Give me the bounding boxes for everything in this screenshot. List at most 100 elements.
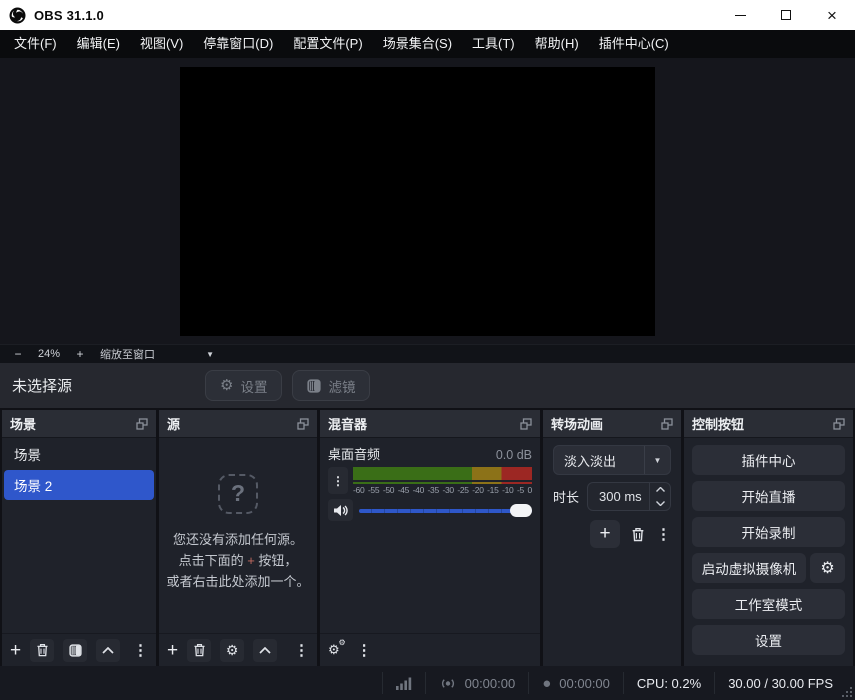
scenes-dock-header[interactable]: 场景 xyxy=(2,410,156,438)
fps-indicator: 30.00 / 30.00 FPS xyxy=(714,672,855,694)
sources-dock-header[interactable]: 源 xyxy=(159,410,317,438)
sources-more-button[interactable]: ⋮ xyxy=(294,641,309,659)
mute-button[interactable] xyxy=(328,499,353,521)
record-icon: ● xyxy=(542,676,551,691)
zoom-level: 24% xyxy=(28,348,70,360)
popout-icon[interactable] xyxy=(297,418,309,430)
move-scene-up-button[interactable] xyxy=(96,639,120,662)
add-scene-button[interactable]: + xyxy=(10,641,21,660)
scene-item-selected[interactable]: 场景 2 xyxy=(4,470,154,500)
window-title: OBS 31.1.0 xyxy=(34,8,104,23)
popout-icon[interactable] xyxy=(520,418,532,430)
remove-source-button[interactable] xyxy=(187,639,211,662)
scenes-dock-title: 场景 xyxy=(10,414,36,433)
zoom-in-button[interactable]: + xyxy=(70,347,90,361)
source-properties-button[interactable]: ⚙ 设置 xyxy=(205,370,282,401)
controls-dock-header[interactable]: 控制按钮 xyxy=(684,410,853,438)
sources-empty-state: ? 您还没有添加任何源。 点击下面的 + 按钮， 或者右击此处添加一个。 xyxy=(159,438,317,633)
duration-spinbox[interactable]: 300 ms xyxy=(587,482,671,511)
remove-scene-button[interactable] xyxy=(30,639,54,662)
menu-help[interactable]: 帮助(H) xyxy=(525,30,589,58)
mixer-toolbar: ⚙ ⚙ ⋮ xyxy=(320,633,540,666)
zoom-out-button[interactable]: − xyxy=(8,347,28,361)
preview-area[interactable] xyxy=(0,58,855,344)
start-recording-button[interactable]: 开始录制 xyxy=(692,517,845,547)
sources-dock: 源 ? 您还没有添加任何源。 点击下面的 + 按钮， 或者右击此处添加一个。 +… xyxy=(159,410,317,666)
transitions-dock-header[interactable]: 转场动画 xyxy=(543,410,681,438)
preview-zoom-bar: − 24% + 缩放至窗口 ▼ xyxy=(0,344,855,363)
source-properties-gear-button[interactable]: ⚙ xyxy=(220,639,244,662)
controls-body: 插件中心 开始直播 开始录制 启动虚拟摄像机 ⚙ 工作室模式 设置 xyxy=(684,438,853,666)
cpu-usage: CPU: 0.2% xyxy=(623,672,714,694)
scenes-more-button[interactable]: ⋮ xyxy=(133,641,148,659)
popout-icon[interactable] xyxy=(833,418,845,430)
transition-select-value: 淡入淡出 xyxy=(554,451,644,470)
menu-plugin-center[interactable]: 插件中心(C) xyxy=(589,30,679,58)
start-virtual-camera-button[interactable]: 启动虚拟摄像机 xyxy=(692,553,806,583)
scene-filters-button[interactable] xyxy=(63,639,87,662)
sources-dock-title: 源 xyxy=(167,414,180,433)
remove-transition-button[interactable] xyxy=(631,527,645,542)
signal-bars-icon xyxy=(396,677,412,690)
menu-edit[interactable]: 编辑(E) xyxy=(67,30,130,58)
scenes-toolbar: + ⋮ xyxy=(2,633,156,666)
transition-select[interactable]: 淡入淡出 ▼ xyxy=(553,445,671,475)
menu-bar: 文件(F) 编辑(E) 视图(V) 停靠窗口(D) 配置文件(P) 场景集合(S… xyxy=(0,30,855,58)
transitions-dock-title: 转场动画 xyxy=(551,414,603,433)
chevron-down-icon: ▼ xyxy=(644,446,670,474)
resize-grip[interactable] xyxy=(842,687,852,697)
maximize-button[interactable] xyxy=(763,0,809,30)
minimize-button[interactable] xyxy=(717,0,763,30)
duration-value: 300 ms xyxy=(588,483,649,510)
zoom-fit-select[interactable]: 缩放至窗口 ▼ xyxy=(100,346,228,362)
menu-tools[interactable]: 工具(T) xyxy=(462,30,525,58)
sources-list[interactable]: ? 您还没有添加任何源。 点击下面的 + 按钮， 或者右击此处添加一个。 xyxy=(159,438,317,633)
duration-up-button[interactable] xyxy=(650,483,670,497)
mixer-more-button[interactable]: ⋮ xyxy=(357,641,372,659)
settings-button[interactable]: 设置 xyxy=(692,625,845,655)
broadcast-icon xyxy=(439,677,457,690)
advanced-audio-button[interactable]: ⚙ ⚙ xyxy=(328,642,340,658)
volume-slider-track xyxy=(359,509,532,513)
record-time-value: 00:00:00 xyxy=(559,676,610,691)
stream-time-value: 00:00:00 xyxy=(465,676,516,691)
virtual-camera-config-button[interactable]: ⚙ xyxy=(810,553,845,583)
mixer-dock-title: 混音器 xyxy=(328,414,367,433)
volume-slider-handle[interactable] xyxy=(510,504,532,517)
menu-docks[interactable]: 停靠窗口(D) xyxy=(193,30,283,58)
question-mark-icon: ? xyxy=(218,474,258,514)
menu-scene-collection[interactable]: 场景集合(S) xyxy=(373,30,462,58)
add-transition-button[interactable]: + xyxy=(590,520,620,548)
transitions-more-button[interactable]: ⋮ xyxy=(656,525,671,543)
source-context-bar: 未选择源 ⚙ 设置 滤镜 xyxy=(0,363,855,408)
volume-slider[interactable] xyxy=(359,503,532,518)
dock-area: 场景 场景 场景 2 + ⋮ 源 xyxy=(0,410,855,666)
transitions-dock: 转场动画 淡入淡出 ▼ 时长 300 ms xyxy=(543,410,681,666)
source-properties-label: 设置 xyxy=(240,376,267,396)
preview-canvas[interactable] xyxy=(180,67,655,336)
start-streaming-button[interactable]: 开始直播 xyxy=(692,481,845,511)
studio-mode-button[interactable]: 工作室模式 xyxy=(692,589,845,619)
scene-item[interactable]: 场景 xyxy=(4,439,154,469)
volume-meter-left xyxy=(353,467,532,480)
close-button[interactable]: × xyxy=(809,0,855,30)
status-bar: 00:00:00 ● 00:00:00 CPU: 0.2% 30.00 / 30… xyxy=(0,666,855,700)
channel-options-button[interactable]: ⋮ xyxy=(328,467,348,494)
source-filters-button[interactable]: 滤镜 xyxy=(292,370,370,401)
stream-time: 00:00:00 xyxy=(425,672,529,694)
popout-icon[interactable] xyxy=(136,418,148,430)
sources-empty-text: 您还没有添加任何源。 点击下面的 + 按钮， 或者右击此处添加一个。 xyxy=(166,529,309,592)
menu-profile[interactable]: 配置文件(P) xyxy=(283,30,372,58)
chevron-down-icon: ▼ xyxy=(206,350,228,359)
filter-icon xyxy=(307,379,321,393)
duration-down-button[interactable] xyxy=(650,497,670,511)
popout-icon[interactable] xyxy=(661,418,673,430)
plugin-center-button[interactable]: 插件中心 xyxy=(692,445,845,475)
menu-view[interactable]: 视图(V) xyxy=(130,30,193,58)
mixer-dock-header[interactable]: 混音器 xyxy=(320,410,540,438)
plus-hint: + xyxy=(247,553,255,568)
controls-dock: 控制按钮 插件中心 开始直播 开始录制 启动虚拟摄像机 ⚙ 工作室模式 设置 xyxy=(684,410,853,666)
add-source-button[interactable]: + xyxy=(167,641,178,660)
menu-file[interactable]: 文件(F) xyxy=(4,30,67,58)
move-source-up-button[interactable] xyxy=(253,639,277,662)
